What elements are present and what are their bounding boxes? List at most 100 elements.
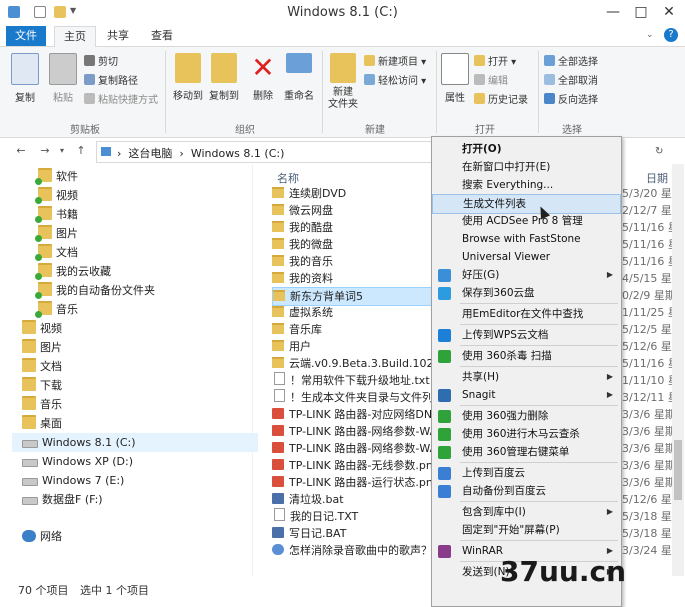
- sidebar-item[interactable]: 视频: [22, 319, 62, 338]
- sidebar-item[interactable]: 书籍: [35, 205, 78, 224]
- file-row[interactable]: 用户: [272, 338, 452, 355]
- sidebar-item[interactable]: 文档: [22, 357, 62, 376]
- properties-button[interactable]: 属性: [440, 53, 470, 104]
- up-arrow-icon[interactable]: ↑: [72, 142, 90, 160]
- breadcrumb-drive[interactable]: Windows 8.1 (C:): [191, 147, 285, 160]
- invert-selection-button[interactable]: 反向选择: [544, 93, 598, 109]
- minimize-button[interactable]: —: [600, 2, 626, 22]
- recent-locations-icon[interactable]: ▾: [60, 146, 64, 155]
- sidebar-item[interactable]: 音乐: [35, 300, 78, 319]
- file-row[interactable]: TP-LINK 路由器-网络参数-WA: [272, 423, 452, 440]
- context-menu-item[interactable]: 使用 360杀毒 扫描: [432, 347, 621, 365]
- context-menu-item[interactable]: 在新窗口中打开(E): [432, 158, 621, 176]
- file-row[interactable]: TP-LINK 路由器-网络参数-WA: [272, 440, 452, 457]
- breadcrumb-this-pc[interactable]: 这台电脑: [128, 147, 172, 160]
- sidebar-item[interactable]: 图片: [35, 224, 78, 243]
- context-menu-item[interactable]: 包含到库中(I) ▶: [432, 503, 621, 521]
- tab-home[interactable]: 主页: [54, 26, 96, 47]
- file-row[interactable]: TP-LINK 路由器-对应网络DNS: [272, 406, 452, 423]
- context-menu-item[interactable]: 搜索 Everything...: [432, 176, 621, 194]
- context-menu-item[interactable]: 上传到WPS云文档: [432, 326, 621, 344]
- sidebar-item[interactable]: 视频: [35, 186, 78, 205]
- sidebar-item[interactable]: Windows XP (D:): [22, 452, 133, 471]
- sidebar-item[interactable]: 我的云收藏: [35, 262, 111, 281]
- file-row[interactable]: TP-LINK 路由器-运行状态.png: [272, 474, 452, 491]
- sidebar-item[interactable]: 我的自动备份文件夹: [35, 281, 155, 300]
- context-menu-item[interactable]: 用EmEditor在文件中查找: [432, 305, 621, 323]
- paste-button[interactable]: 粘贴: [48, 53, 78, 104]
- file-row[interactable]: 微云网盘: [272, 202, 452, 219]
- file-row[interactable]: 写日记.BAT: [272, 525, 452, 542]
- tab-view[interactable]: 查看: [144, 26, 180, 46]
- context-menu-item[interactable]: Universal Viewer: [432, 248, 621, 266]
- tab-file[interactable]: 文件: [6, 26, 46, 46]
- file-row[interactable]: 音乐库: [272, 321, 452, 338]
- move-to-button[interactable]: 移动到: [172, 53, 204, 102]
- file-row[interactable]: 清垃圾.bat: [272, 491, 452, 508]
- column-header-name[interactable]: 名称: [277, 170, 299, 186]
- cut-button[interactable]: 剪切: [84, 55, 118, 71]
- context-menu-item[interactable]: 使用 360进行木马云查杀: [432, 425, 621, 443]
- open-button[interactable]: 打开 ▾: [474, 55, 516, 71]
- copy-button[interactable]: 复制: [10, 53, 40, 104]
- sidebar-item[interactable]: 文档: [35, 243, 78, 262]
- context-menu-item[interactable]: 自动备份到百度云: [432, 482, 621, 500]
- paste-shortcut-button[interactable]: 粘贴快捷方式: [84, 93, 158, 109]
- context-menu-item[interactable]: 打开(O): [432, 140, 621, 158]
- context-menu-item[interactable]: 固定到"开始"屏幕(P): [432, 521, 621, 539]
- file-row[interactable]: 我的日记.TXT: [272, 508, 452, 525]
- context-menu-item[interactable]: 使用 360强力删除: [432, 407, 621, 425]
- address-bar[interactable]: › 这台电脑 › Windows 8.1 (C:): [96, 141, 433, 163]
- file-row[interactable]: 我的微盘: [272, 236, 452, 253]
- file-row[interactable]: 虚拟系统: [272, 304, 452, 321]
- context-menu-item[interactable]: 生成文件列表: [432, 194, 621, 214]
- context-menu-item[interactable]: Browse with FastStone: [432, 230, 621, 248]
- sidebar-item[interactable]: Windows 8.1 (C:): [12, 433, 258, 452]
- copy-to-button[interactable]: 复制到: [208, 53, 240, 102]
- select-none-button[interactable]: 全部取消: [544, 74, 598, 90]
- file-row[interactable]: 云端.v0.9.Beta.3.Build.1027.(免: [272, 355, 452, 372]
- scrollbar-thumb[interactable]: [674, 440, 682, 500]
- file-row[interactable]: 连续剧DVD: [272, 185, 452, 202]
- forward-arrow-icon[interactable]: →: [36, 142, 54, 160]
- close-button[interactable]: ✕: [656, 2, 682, 22]
- context-menu-item[interactable]: 使用 360管理右键菜单: [432, 443, 621, 461]
- copy-path-button[interactable]: 复制路径: [84, 74, 138, 90]
- column-header-date[interactable]: 日期: [646, 170, 668, 186]
- scrollbar[interactable]: [672, 164, 684, 576]
- file-row[interactable]: TP-LINK 路由器-无线参数.png: [272, 457, 452, 474]
- select-all-button[interactable]: 全部选择: [544, 55, 598, 71]
- file-row[interactable]: 我的资料: [272, 270, 452, 287]
- sidebar-item[interactable]: 网络: [22, 527, 62, 546]
- context-menu-item[interactable]: Snagit ▶: [432, 386, 621, 404]
- back-arrow-icon[interactable]: ←: [12, 142, 30, 160]
- delete-button[interactable]: ✕ 删除: [248, 53, 278, 103]
- sidebar-item[interactable]: Windows 7 (E:): [22, 471, 124, 490]
- new-item-button[interactable]: 新建项目 ▾: [364, 55, 426, 71]
- refresh-icon[interactable]: ↻: [655, 146, 663, 157]
- file-row[interactable]: 我的音乐: [272, 253, 452, 270]
- context-menu-item[interactable]: 好压(G) ▶: [432, 266, 621, 284]
- file-row[interactable]: 我的酷盘: [272, 219, 452, 236]
- sidebar-item[interactable]: 数据盘F (F:): [22, 490, 103, 509]
- tab-share[interactable]: 共享: [100, 26, 136, 46]
- history-button[interactable]: 历史记录: [474, 93, 528, 109]
- sidebar-item[interactable]: 桌面: [22, 414, 62, 433]
- rename-button[interactable]: 重命名: [282, 53, 316, 102]
- ribbon-collapse-icon[interactable]: ⌄: [646, 30, 654, 40]
- sidebar-item[interactable]: 软件: [35, 167, 78, 186]
- context-menu-item[interactable]: 上传到百度云: [432, 464, 621, 482]
- sidebar-item[interactable]: 下载: [22, 376, 62, 395]
- maximize-button[interactable]: □: [628, 2, 654, 22]
- sidebar-item[interactable]: 图片: [22, 338, 62, 357]
- file-row[interactable]: ！生成本文件夹目录与文件列表: [272, 389, 452, 406]
- easy-access-button[interactable]: 轻松访问 ▾: [364, 74, 426, 90]
- context-menu-item[interactable]: 使用 ACDSee Pro 8 管理: [432, 212, 621, 230]
- sidebar-item[interactable]: 音乐: [22, 395, 62, 414]
- context-menu-item[interactable]: 共享(H) ▶: [432, 368, 621, 386]
- help-icon[interactable]: ?: [664, 28, 678, 42]
- new-folder-button[interactable]: 新建 文件夹: [326, 53, 360, 111]
- edit-button[interactable]: 编辑: [474, 74, 508, 90]
- context-menu-item[interactable]: 保存到360云盘: [432, 284, 621, 302]
- file-row[interactable]: 怎样消除录音歌曲中的歌声？_乐: [272, 542, 452, 559]
